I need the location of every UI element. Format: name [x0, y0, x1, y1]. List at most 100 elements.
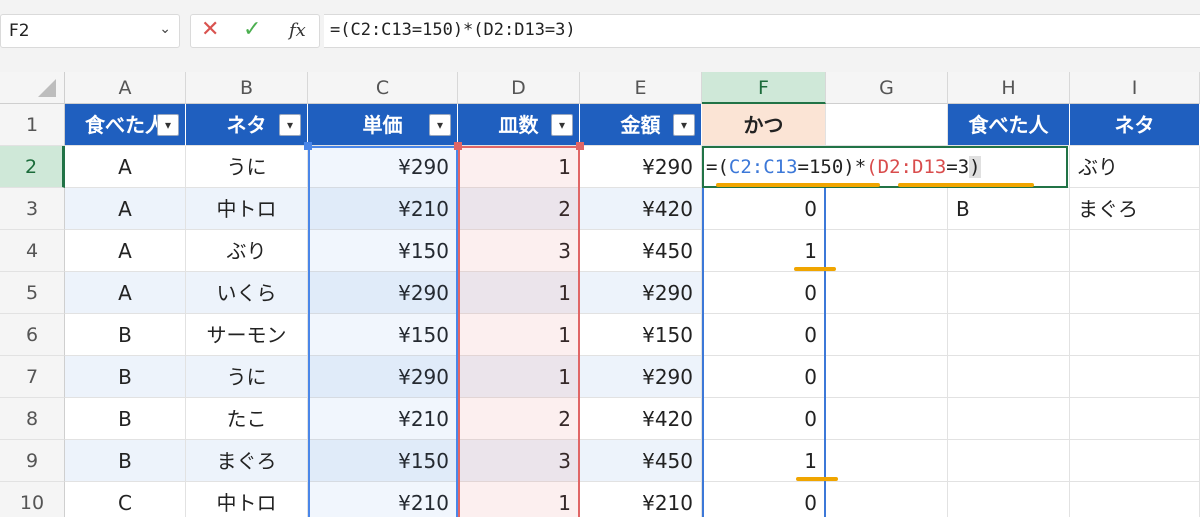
cell-f3[interactable]: 0 [702, 188, 826, 230]
cell-a3[interactable]: A [65, 188, 186, 230]
filter-dropdown-icon[interactable]: ▾ [551, 114, 573, 136]
cell-f7[interactable]: 0 [702, 356, 826, 398]
cell-c7[interactable]: ¥290 [308, 356, 458, 398]
cell-e9[interactable]: ¥450 [580, 440, 702, 482]
cell-c2[interactable]: ¥290 [308, 146, 458, 188]
cell-d4[interactable]: 3 [458, 230, 580, 272]
cell-i4[interactable] [1070, 230, 1200, 272]
row-header-10[interactable]: 10 [0, 482, 65, 517]
row-header-4[interactable]: 4 [0, 230, 65, 272]
cell-e10[interactable]: ¥210 [580, 482, 702, 517]
cell-h6[interactable] [948, 314, 1070, 356]
cell-g5[interactable] [826, 272, 948, 314]
row-header-2[interactable]: 2 [0, 146, 65, 188]
cell-b2[interactable]: うに [186, 146, 308, 188]
cell-h4[interactable] [948, 230, 1070, 272]
filter-dropdown-icon[interactable]: ▾ [429, 114, 451, 136]
row-header-3[interactable]: 3 [0, 188, 65, 230]
in-cell-formula[interactable]: =(C2:C13=150)*(D2:D13=3) [706, 156, 981, 178]
cell-e6[interactable]: ¥150 [580, 314, 702, 356]
cell-i8[interactable] [1070, 398, 1200, 440]
header-cell-a[interactable]: 食べた人 ▾ [65, 104, 186, 146]
cell-b10[interactable]: 中トロ [186, 482, 308, 517]
row-header-6[interactable]: 6 [0, 314, 65, 356]
cell-e2[interactable]: ¥290 [580, 146, 702, 188]
cell-h3[interactable]: B [948, 188, 1070, 230]
cell-c4[interactable]: ¥150 [308, 230, 458, 272]
column-header-g[interactable]: G [826, 72, 948, 104]
cell-a9[interactable]: B [65, 440, 186, 482]
cell-b4[interactable]: ぶり [186, 230, 308, 272]
row-header-1[interactable]: 1 [0, 104, 65, 146]
cell-a6[interactable]: B [65, 314, 186, 356]
range-handle[interactable] [304, 142, 312, 150]
name-box[interactable]: F2 ⌄ [0, 14, 180, 48]
cell-a4[interactable]: A [65, 230, 186, 272]
column-header-e[interactable]: E [580, 72, 702, 104]
column-header-b[interactable]: B [186, 72, 308, 104]
cell-c9[interactable]: ¥150 [308, 440, 458, 482]
column-header-h[interactable]: H [948, 72, 1070, 104]
header-cell-e[interactable]: 金額 ▾ [580, 104, 702, 146]
cell-g7[interactable] [826, 356, 948, 398]
cell-c8[interactable]: ¥210 [308, 398, 458, 440]
cell-h5[interactable] [948, 272, 1070, 314]
header-cell-i[interactable]: ネタ [1070, 104, 1200, 146]
header-cell-c[interactable]: 単価 ▾ [308, 104, 458, 146]
row-header-7[interactable]: 7 [0, 356, 65, 398]
cell-d9[interactable]: 3 [458, 440, 580, 482]
cell-g4[interactable] [826, 230, 948, 272]
filter-dropdown-icon[interactable]: ▾ [157, 114, 179, 136]
header-cell-b[interactable]: ネタ ▾ [186, 104, 308, 146]
cell-i3[interactable]: まぐろ [1070, 188, 1200, 230]
cell-i2[interactable]: ぶり [1070, 146, 1200, 188]
cell-c6[interactable]: ¥150 [308, 314, 458, 356]
cell-a8[interactable]: B [65, 398, 186, 440]
row-header-5[interactable]: 5 [0, 272, 65, 314]
fx-icon[interactable]: fx [289, 20, 306, 41]
cell-b6[interactable]: サーモン [186, 314, 308, 356]
cell-g3[interactable] [826, 188, 948, 230]
filter-dropdown-icon[interactable]: ▾ [279, 114, 301, 136]
cell-b3[interactable]: 中トロ [186, 188, 308, 230]
range-handle[interactable] [576, 142, 584, 150]
cell-d8[interactable]: 2 [458, 398, 580, 440]
cell-e7[interactable]: ¥290 [580, 356, 702, 398]
cell-f4[interactable]: 1 [702, 230, 826, 272]
cell-f10[interactable]: 0 [702, 482, 826, 517]
header-cell-h[interactable]: 食べた人 [948, 104, 1070, 146]
column-header-a[interactable]: A [65, 72, 186, 104]
row-header-8[interactable]: 8 [0, 398, 65, 440]
header-cell-g[interactable] [826, 104, 948, 146]
column-header-f[interactable]: F [702, 72, 826, 104]
cell-g8[interactable] [826, 398, 948, 440]
cell-d10[interactable]: 1 [458, 482, 580, 517]
cell-a5[interactable]: A [65, 272, 186, 314]
cell-f8[interactable]: 0 [702, 398, 826, 440]
cell-a7[interactable]: B [65, 356, 186, 398]
select-all-button[interactable] [0, 72, 65, 104]
cell-i6[interactable] [1070, 314, 1200, 356]
cell-h10[interactable] [948, 482, 1070, 517]
cell-h8[interactable] [948, 398, 1070, 440]
active-cell-f2[interactable]: =(C2:C13=150)*(D2:D13=3) [702, 146, 1068, 188]
cell-b5[interactable]: いくら [186, 272, 308, 314]
cell-a10[interactable]: C [65, 482, 186, 517]
cell-b7[interactable]: うに [186, 356, 308, 398]
cell-g9[interactable] [826, 440, 948, 482]
cell-c10[interactable]: ¥210 [308, 482, 458, 517]
cell-e8[interactable]: ¥420 [580, 398, 702, 440]
chevron-down-icon[interactable]: ⌄ [159, 21, 171, 37]
cell-i7[interactable] [1070, 356, 1200, 398]
cell-i5[interactable] [1070, 272, 1200, 314]
range-handle[interactable] [454, 142, 462, 150]
cell-g10[interactable] [826, 482, 948, 517]
cell-d2[interactable]: 1 [458, 146, 580, 188]
formula-input[interactable]: =(C2:C13=150)*(D2:D13=3) [324, 14, 1200, 48]
cell-d3[interactable]: 2 [458, 188, 580, 230]
cell-i10[interactable] [1070, 482, 1200, 517]
cell-b9[interactable]: まぐろ [186, 440, 308, 482]
check-icon[interactable]: ✓ [243, 17, 261, 42]
cell-h9[interactable] [948, 440, 1070, 482]
cell-f5[interactable]: 0 [702, 272, 826, 314]
